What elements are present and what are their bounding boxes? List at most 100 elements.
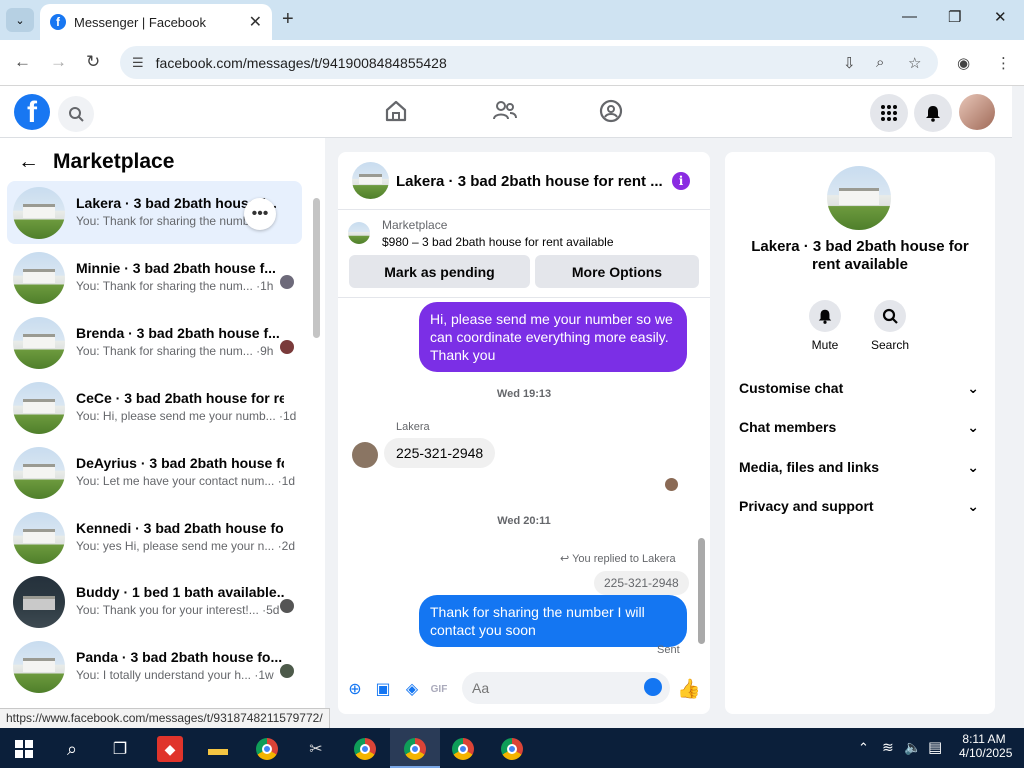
facebook-logo[interactable]: f [14, 94, 50, 130]
conversation-name: Brenda · 3 bad 2bath house f... [76, 325, 280, 341]
back-button[interactable]: ← [14, 52, 31, 72]
browser-tab[interactable]: f Messenger | Facebook ✕ [40, 4, 272, 40]
conversation-item[interactable]: Minnie · 3 bad 2bath house f... You: Tha… [7, 246, 302, 309]
minimize-button[interactable]: — [902, 8, 917, 25]
privacy-support-row[interactable]: Privacy and support ⌄ [739, 498, 979, 515]
clock[interactable]: 8:11 AM 4/10/2025 [959, 732, 1012, 760]
friends-nav[interactable] [491, 98, 519, 126]
account-avatar[interactable] [959, 94, 995, 130]
thumbs-up-icon[interactable]: 👍 [677, 679, 701, 700]
chevron-down-icon: ⌄ [967, 459, 979, 475]
search-action[interactable]: Search [860, 300, 920, 352]
quoted-message[interactable]: 225-321-2948 [594, 571, 689, 595]
divider [338, 297, 710, 298]
bell-icon [809, 300, 841, 332]
conversation-item[interactable]: CeCe · 3 bad 2bath house for re... You: … [7, 376, 302, 439]
conversation-item[interactable]: Brenda · 3 bad 2bath house f... You: Tha… [7, 311, 302, 374]
listing-title: $980 – 3 bad 2bath house for rent availa… [382, 235, 614, 249]
customise-chat-row[interactable]: Customise chat ⌄ [739, 380, 979, 397]
sticker-icon[interactable]: ◈ [402, 679, 422, 699]
bookmark-star-icon[interactable]: ☆ [908, 54, 921, 72]
chat-title[interactable]: Lakera · 3 bad 2bath house for rent ... [396, 173, 663, 190]
listing-thumbnail [13, 252, 65, 304]
notification-center-icon[interactable]: ▤ [928, 738, 942, 756]
reply-indicator: ↩ You replied to Lakera [560, 553, 676, 565]
profile-icon[interactable]: ◉ [957, 54, 970, 72]
chrome-icon[interactable] [402, 736, 428, 762]
back-arrow-icon[interactable]: ← [18, 150, 39, 174]
omnibox[interactable]: ☰ facebook.com/messages/t/94190084848554… [120, 46, 938, 79]
facebook-search-button[interactable] [58, 96, 94, 132]
chevron-down-icon: ⌄ [967, 419, 979, 435]
site-info-icon[interactable]: ☰ [132, 55, 144, 71]
menu-button[interactable] [870, 94, 908, 132]
chrome-icon[interactable] [254, 736, 280, 762]
app-icon[interactable]: ✂ [303, 736, 329, 762]
close-window-button[interactable]: ✕ [994, 8, 1007, 26]
listing-thumbnail [13, 576, 65, 628]
conversation-item[interactable]: Kennedi · 3 bad 2bath house for... You: … [7, 506, 302, 569]
app-icon[interactable]: ◆ [157, 736, 183, 762]
taskbar-search-icon[interactable]: ⌕ [59, 736, 85, 762]
media-files-row[interactable]: Media, files and links ⌄ [739, 459, 979, 476]
chrome-icon[interactable] [499, 736, 525, 762]
conversation-name: CeCe · 3 bad 2bath house for re... [76, 390, 284, 406]
close-tab-icon[interactable]: ✕ [249, 12, 262, 32]
tray-chevron-icon[interactable]: ⌃ [858, 740, 869, 756]
conversation-item[interactable]: DeAyrius · 3 bad 2bath house fo... You: … [7, 441, 302, 504]
conversation-item[interactable]: Lakera · 3 bad 2bath house f... You: Tha… [7, 181, 302, 244]
more-options-listing-button[interactable]: More Options [535, 255, 699, 288]
new-tab-button[interactable]: + [282, 8, 294, 31]
conversation-preview: You: I totally understand your h... ·1w [76, 668, 274, 682]
listing-thumbnail [13, 512, 65, 564]
conversation-item[interactable]: Buddy · 1 bed 1 bath available... You: T… [7, 570, 302, 633]
tab-search-button[interactable]: ⌄ [6, 8, 34, 32]
read-receipt-avatar [280, 599, 294, 613]
read-receipt-avatar [280, 275, 294, 289]
message-input[interactable] [462, 672, 670, 704]
wifi-icon[interactable]: ≋ [882, 739, 894, 756]
mark-as-pending-button[interactable]: Mark as pending [349, 255, 530, 288]
gif-icon[interactable]: GIF [429, 679, 449, 699]
zoom-icon[interactable]: ⌕ [876, 54, 884, 71]
conversation-name: Minnie · 3 bad 2bath house f... [76, 260, 276, 276]
conversation-name: Panda · 3 bad 2bath house fo... [76, 649, 283, 665]
listing-thumbnail [13, 447, 65, 499]
conversation-item[interactable]: Panda · 3 bad 2bath house fo... You: I t… [7, 635, 302, 698]
chat-avatar[interactable] [352, 162, 389, 199]
timestamp-separator: Wed 19:13 [496, 388, 552, 400]
info-icon[interactable]: i [672, 172, 690, 190]
restore-button[interactable]: ❐ [948, 8, 961, 26]
forward-button[interactable]: → [50, 52, 67, 72]
more-options-button[interactable]: ••• [244, 198, 276, 230]
chat-scrollbar[interactable] [698, 304, 706, 652]
emoji-icon[interactable] [644, 678, 662, 696]
listing-thumbnail [13, 187, 65, 239]
plus-circle-icon[interactable]: ⊕ [345, 679, 365, 699]
photo-icon[interactable]: ▣ [373, 679, 393, 699]
chrome-icon[interactable] [352, 736, 378, 762]
sender-avatar[interactable] [352, 442, 378, 468]
groups-nav[interactable] [598, 98, 626, 126]
volume-icon[interactable]: 🔈 [904, 739, 921, 756]
task-view-icon[interactable]: ❐ [107, 736, 133, 762]
chat-panel: Lakera · 3 bad 2bath house for rent ... … [338, 152, 710, 714]
chat-members-row[interactable]: Chat members ⌄ [739, 419, 979, 436]
chat-scrollbar-thumb[interactable] [698, 538, 705, 644]
install-app-icon[interactable]: ⇩ [843, 54, 856, 72]
file-explorer-icon[interactable]: ▬ [205, 736, 231, 762]
conversation-preview: You: Thank for sharing the num... ·1h [76, 279, 274, 293]
reload-button[interactable]: ↻ [86, 52, 100, 72]
home-nav[interactable] [383, 98, 411, 126]
start-button[interactable] [11, 736, 37, 762]
browser-menu-icon[interactable]: ⋮ [996, 54, 1011, 72]
timestamp-separator: Wed 20:11 [497, 515, 551, 527]
notifications-button[interactable] [914, 94, 952, 132]
conversation-name: Kennedi · 3 bad 2bath house for... [76, 520, 284, 536]
mute-action[interactable]: Mute [795, 300, 855, 352]
chrome-icon[interactable] [450, 736, 476, 762]
url-text: facebook.com/messages/t/9419008484855428 [155, 54, 447, 71]
outgoing-message: Thank for sharing the number I will cont… [419, 595, 687, 647]
conversation-list-scrollbar[interactable] [313, 198, 320, 338]
conversation-preview: You: Thank for sharing the num... ·9h [76, 344, 274, 358]
